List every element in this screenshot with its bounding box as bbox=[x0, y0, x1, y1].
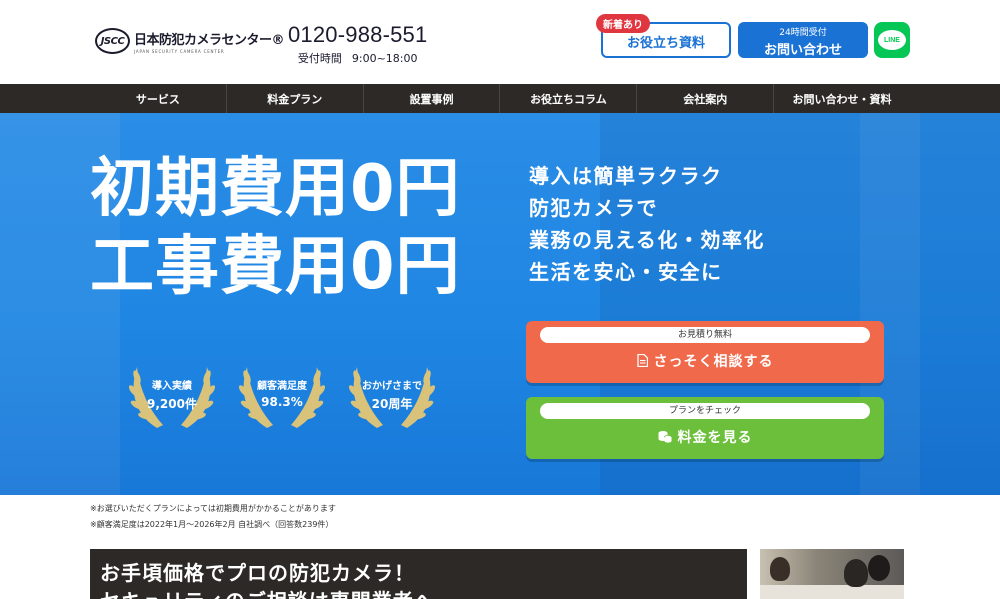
contact-button-label: お問い合わせ bbox=[763, 43, 842, 58]
hero-subtitle: 導入は簡単ラクラク 防犯カメラで 業務の見える化・効率化 生活を安心・安全に bbox=[529, 160, 765, 288]
hero-subtitle-line: 業務の見える化・効率化 bbox=[529, 228, 765, 252]
line-button[interactable]: LINE bbox=[874, 22, 910, 58]
business-hours: 受付時間 9:00~18:00 bbox=[288, 50, 427, 66]
intro-banner: お手頃価格でプロの防犯カメラ！ セキュリティのご相談は専門業者へ bbox=[90, 549, 747, 599]
award-value: 20周年 bbox=[371, 397, 413, 411]
logo-subtitle: JAPAN SECURITY CAMERA CENTER bbox=[134, 48, 225, 54]
site-logo[interactable]: JSCC 日本防犯カメラセンター® JAPAN SECURITY CAMERA … bbox=[95, 28, 285, 54]
hours-value: 9:00~18:00 bbox=[351, 52, 418, 65]
phone-block: 0120-988-551 受付時間 9:00~18:00 bbox=[288, 22, 427, 66]
logo-mark: JSCC bbox=[95, 28, 130, 54]
nav-item-column[interactable]: お役立ちコラム bbox=[499, 84, 636, 113]
hero-notes: ※お選びいただくプランによっては初期費用がかかることがあります ※顧客満足度は2… bbox=[90, 501, 336, 533]
award-anniversary: おかげさまで 20周年 bbox=[347, 353, 437, 433]
document-icon bbox=[636, 353, 648, 370]
award-value: 98.3% bbox=[261, 395, 303, 409]
award-value: 9,200件 bbox=[147, 397, 197, 411]
hero-subtitle-line: 導入は簡単ラクラク bbox=[529, 164, 723, 188]
hours-label: 受付時間 bbox=[297, 52, 342, 65]
nav-item-service[interactable]: サービス bbox=[90, 84, 226, 113]
contact-button[interactable]: 24時間受付 お問い合わせ bbox=[738, 22, 868, 58]
line-icon: LINE bbox=[878, 30, 906, 50]
note-line: ※顧客満足度は2022年1月～2026年2月 自社調べ（回答数239件） bbox=[90, 520, 334, 529]
logo-name: 日本防犯カメラセンター® bbox=[134, 32, 285, 48]
staff-photo bbox=[760, 549, 904, 599]
banner-line: セキュリティのご相談は専門業者へ bbox=[100, 587, 747, 599]
hero-title-line: 初期費用0円 bbox=[90, 152, 461, 226]
nav-item-company[interactable]: 会社案内 bbox=[636, 84, 773, 113]
banner-line: お手頃価格でプロの防犯カメラ！ bbox=[100, 561, 415, 585]
hero-subtitle-line: 生活を安心・安全に bbox=[529, 260, 723, 284]
nav-item-pricing[interactable]: 料金プラン bbox=[225, 84, 363, 113]
site-header: JSCC 日本防犯カメラセンター® JAPAN SECURITY CAMERA … bbox=[0, 0, 1000, 84]
hero-title-line: 工事費用0円 bbox=[90, 230, 461, 304]
nav-item-cases[interactable]: 設置事例 bbox=[362, 84, 500, 113]
phone-number[interactable]: 0120-988-551 bbox=[288, 22, 427, 48]
award-label: 導入実績 bbox=[152, 381, 192, 392]
consult-button-pill: お見積り無料 bbox=[540, 327, 870, 343]
note-line: ※お選びいただくプランによっては初期費用がかかることがあります bbox=[90, 504, 336, 513]
contact-button-sublabel: 24時間受付 bbox=[779, 28, 827, 38]
price-button[interactable]: プランをチェック 料金を見る bbox=[526, 397, 884, 459]
price-button-label: 料金を見る bbox=[677, 430, 753, 446]
price-button-pill: プランをチェック bbox=[540, 403, 870, 419]
award-install-count: 導入実績 9,200件 bbox=[127, 353, 217, 433]
hero-title: 初期費用0円 工事費用0円 bbox=[90, 150, 461, 306]
nav-item-contact[interactable]: お問い合わせ・資料 bbox=[773, 84, 910, 113]
main-nav: サービス 料金プラン 設置事例 お役立ちコラム 会社案内 お問い合わせ・資料 bbox=[0, 84, 1000, 113]
award-label: おかげさまで bbox=[362, 381, 422, 392]
new-badge: 新着あり bbox=[596, 14, 650, 33]
consult-button[interactable]: お見積り無料 さっそく相談する bbox=[526, 321, 884, 383]
award-satisfaction: 顧客満足度 98.3% bbox=[237, 353, 327, 433]
consult-button-label: さっそく相談する bbox=[653, 354, 774, 370]
hero-subtitle-line: 防犯カメラで bbox=[529, 196, 658, 220]
coins-icon bbox=[658, 430, 672, 446]
hero-section: 初期費用0円 工事費用0円 導入は簡単ラクラク 防犯カメラで 業務の見える化・効… bbox=[0, 113, 1000, 495]
award-label: 顧客満足度 bbox=[257, 381, 307, 392]
